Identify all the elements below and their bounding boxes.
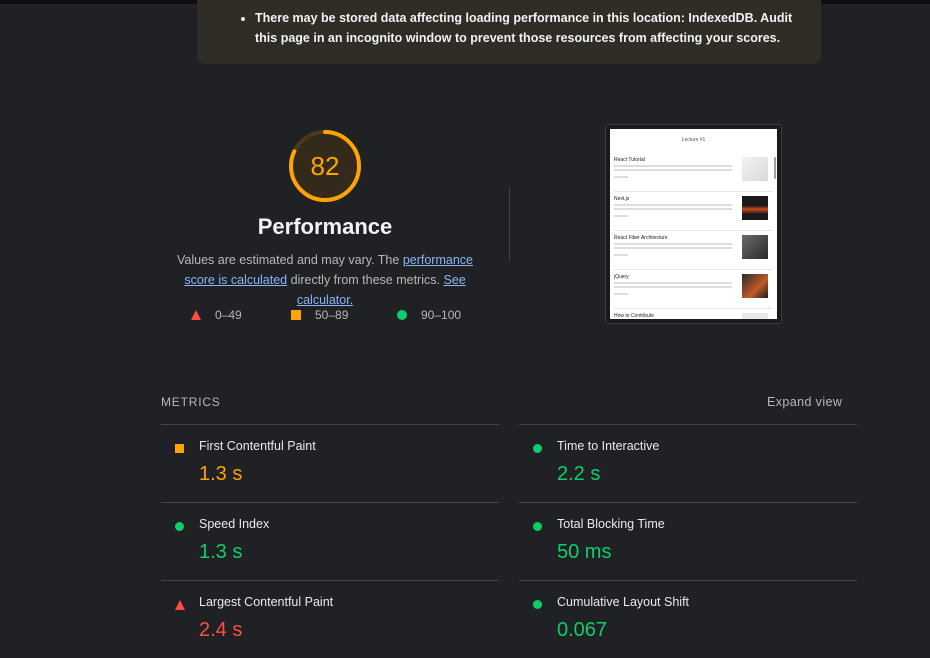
metric-total-blocking-time: Total Blocking Time 50 ms xyxy=(519,502,857,580)
legend-fail-label: 0–49 xyxy=(215,308,242,322)
fail-triangle-icon xyxy=(175,600,185,610)
legend-fail: 0–49 xyxy=(191,308,242,322)
thumb-scrollbar xyxy=(774,157,776,179)
metric-title: Time to Interactive xyxy=(557,439,660,453)
metric-title: Speed Index xyxy=(199,517,270,531)
score-value: 82 xyxy=(310,151,340,181)
score-description: Values are estimated and may vary. The p… xyxy=(160,250,490,310)
thumb-text-line xyxy=(614,208,732,210)
pass-circle-icon xyxy=(175,522,184,531)
thumb-list-item: How to Contribute xyxy=(614,313,772,319)
thumb-list-item: React Fiber Architecture xyxy=(614,235,772,270)
performance-score-gauge[interactable]: 82 xyxy=(288,129,362,203)
average-square-icon xyxy=(291,310,301,320)
metric-first-contentful-paint: First Contentful Paint 1.3 s xyxy=(161,424,499,502)
thumb-image xyxy=(742,235,768,259)
thumb-text-line xyxy=(614,293,628,295)
metric-value: 0.067 xyxy=(557,619,608,641)
thumb-text-line xyxy=(614,286,732,288)
metric-title: Largest Contentful Paint xyxy=(199,595,334,609)
thumb-list-item: React Tutorial xyxy=(614,157,772,192)
fail-triangle-icon xyxy=(191,310,201,320)
metric-value: 50 ms xyxy=(557,541,612,563)
metric-time-to-interactive: Time to Interactive 2.2 s xyxy=(519,424,857,502)
warning-box: There may be stored data affecting loadi… xyxy=(197,0,821,64)
category-title: Performance xyxy=(257,214,393,239)
thumb-text-line xyxy=(614,282,732,284)
metric-largest-contentful-paint: Largest Contentful Paint 2.4 s xyxy=(161,580,499,658)
metric-value: 1.3 s xyxy=(199,463,243,485)
metric-title: Total Blocking Time xyxy=(557,517,665,531)
metric-title: First Contentful Paint xyxy=(199,439,316,453)
vertical-divider xyxy=(509,188,510,260)
average-square-icon xyxy=(175,444,184,453)
thumb-text-line xyxy=(614,254,628,256)
thumb-page-title: Lecture #1 xyxy=(681,137,706,143)
thumb-list-item: jQuery xyxy=(614,274,772,309)
thumb-image xyxy=(742,274,768,298)
metric-value: 2.4 s xyxy=(199,619,243,641)
thumb-text-line xyxy=(614,215,628,217)
pass-circle-icon xyxy=(533,444,542,453)
screenshot-image: Lecture #1 React Tutorial Next.js React … xyxy=(610,129,777,319)
legend-average-label: 50–89 xyxy=(315,308,349,322)
metric-title: Cumulative Layout Shift xyxy=(557,595,690,609)
thumb-image xyxy=(742,196,768,220)
desc-text-1: Values are estimated and may vary. The xyxy=(177,253,403,267)
metric-cumulative-layout-shift: Cumulative Layout Shift 0.067 xyxy=(519,580,857,658)
thumb-text-line xyxy=(614,165,732,167)
final-screenshot-thumbnail[interactable]: Lecture #1 React Tutorial Next.js React … xyxy=(605,124,782,324)
thumb-text-line xyxy=(614,247,732,249)
thumb-image xyxy=(742,157,768,181)
warning-list: There may be stored data affecting loadi… xyxy=(237,8,801,48)
thumb-text-line xyxy=(614,204,732,206)
metric-value: 2.2 s xyxy=(557,463,601,485)
metrics-header: METRICS xyxy=(161,395,221,409)
pass-circle-icon xyxy=(397,310,407,320)
thumb-list-item: Next.js xyxy=(614,196,772,231)
pass-circle-icon xyxy=(533,600,542,609)
warning-item: There may be stored data affecting loadi… xyxy=(255,8,801,48)
legend-pass-label: 90–100 xyxy=(421,308,462,322)
metric-value: 1.3 s xyxy=(199,541,243,563)
desc-text-2: directly from these metrics. xyxy=(287,273,444,287)
thumb-text-line xyxy=(614,169,732,171)
metric-speed-index: Speed Index 1.3 s xyxy=(161,502,499,580)
pass-circle-icon xyxy=(533,522,542,531)
legend-pass: 90–100 xyxy=(397,308,461,322)
legend-average: 50–89 xyxy=(291,308,348,322)
thumb-text-line xyxy=(614,243,732,245)
expand-view-toggle[interactable]: Expand view xyxy=(767,395,842,409)
thumb-text-line xyxy=(614,176,628,178)
thumb-image xyxy=(742,313,768,319)
